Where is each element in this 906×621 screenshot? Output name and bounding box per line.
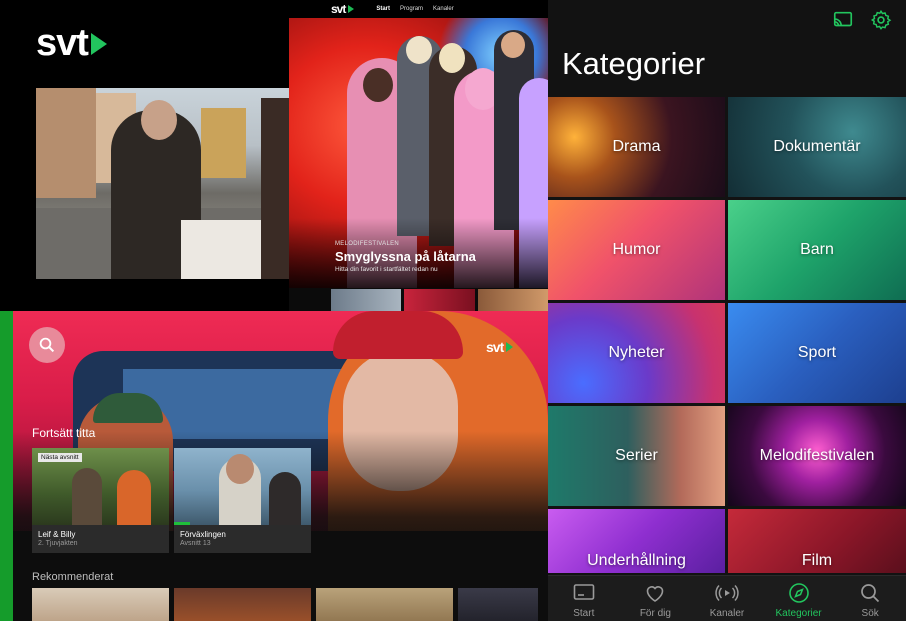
category-barn[interactable]: Barn (728, 200, 906, 300)
web-thumbnail[interactable] (331, 289, 402, 311)
web-thumbnail[interactable] (477, 289, 548, 311)
category-serier[interactable]: Serier (548, 406, 725, 506)
green-edge (0, 311, 13, 621)
search-icon (39, 337, 55, 353)
category-film[interactable]: Film (728, 509, 906, 573)
tab-for-dig[interactable]: För dig (620, 576, 692, 621)
category-humor[interactable]: Humor (548, 200, 725, 300)
category-label: Melodifestivalen (759, 447, 875, 464)
search-button[interactable] (29, 327, 65, 363)
category-label: Barn (800, 241, 834, 258)
web-thumbnail-row (331, 289, 548, 311)
recommended-item[interactable] (458, 588, 538, 621)
street-photo (36, 88, 289, 279)
next-episode-badge: Nästa avsnitt (38, 453, 82, 462)
heart-icon (647, 586, 664, 602)
brand-panel: svt (0, 0, 289, 311)
tab-start[interactable]: Start (548, 576, 620, 621)
category-drama[interactable]: Drama (548, 97, 725, 197)
card-title: Förväxlingen (180, 530, 226, 539)
tab-kanaler[interactable]: Kanaler (691, 576, 763, 621)
tab-label: Kanaler (709, 608, 745, 619)
continue-card-leif-billy[interactable]: Nästa avsnitt Leif & Billy 2. Tjuvjakten (32, 448, 169, 553)
continue-watching-heading: Fortsätt titta (32, 426, 96, 440)
collage: svt svt Start Program Kanaler MELODIFEST… (0, 0, 906, 621)
category-label: Humor (612, 241, 661, 258)
watch-progress-bar (174, 522, 191, 525)
recommended-item[interactable] (174, 588, 311, 621)
hero-description: Hitta din favorit i startfältet redan nu (335, 266, 438, 273)
hero-kicker: MELODIFESTIVALEN (335, 241, 400, 247)
tab-label: För dig (639, 608, 671, 619)
tab-bar: Start För dig Kanaler Kategorier Sök (548, 575, 906, 621)
category-label: Underhållning (587, 552, 686, 569)
category-underhallning[interactable]: Underhållning (548, 509, 725, 573)
web-hero-caption: MELODIFESTIVALEN Smyglyssna på låtarna H… (335, 241, 535, 273)
broadcast-icon (715, 584, 739, 602)
category-melodifestivalen[interactable]: Melodifestivalen (728, 406, 906, 506)
phone-panel: Kategorier Drama Dokumentär Humor Barn N… (548, 0, 906, 621)
continue-watching-row: Nästa avsnitt Leif & Billy 2. Tjuvjakten… (32, 448, 311, 553)
compass-icon (788, 583, 809, 603)
hero-title[interactable]: Smyglyssna på låtarna (335, 249, 535, 264)
category-label: Drama (612, 138, 661, 155)
recommended-item[interactable] (32, 588, 169, 621)
category-dokumentar[interactable]: Dokumentär (728, 97, 906, 197)
recommended-item[interactable] (316, 588, 453, 621)
tab-sok[interactable]: Sök (834, 576, 906, 621)
svt-logo: svt (36, 22, 107, 65)
nav-kanaler[interactable]: Kanaler (433, 6, 454, 12)
category-label: Film (801, 552, 833, 569)
card-thumbnail (174, 448, 311, 525)
web-svt-logo[interactable]: svt (331, 2, 355, 16)
tab-label: Sök (861, 608, 879, 619)
play-icon (348, 5, 355, 13)
web-panel: svt Start Program Kanaler MELODIFESTIVAL… (289, 0, 548, 311)
card-thumbnail: Nästa avsnitt (32, 448, 169, 525)
logo-text: svt (486, 339, 504, 355)
recommended-heading: Rekommenderat (32, 571, 114, 583)
category-label: Dokumentär (773, 138, 861, 155)
logo-text: svt (36, 22, 89, 64)
search-icon (861, 584, 880, 603)
cast-icon[interactable] (832, 9, 854, 31)
tv-panel: svt Fortsätt titta Nästa avsnitt Leif & … (0, 311, 548, 621)
gear-icon[interactable] (870, 9, 892, 31)
nav-start[interactable]: Start (376, 6, 390, 12)
category-label: Nyheter (608, 344, 665, 361)
screen-icon (573, 584, 595, 600)
category-sport[interactable]: Sport (728, 303, 906, 403)
category-label: Sport (797, 344, 837, 361)
web-thumbnail[interactable] (404, 289, 475, 311)
play-icon (90, 32, 107, 55)
play-icon (506, 342, 514, 352)
logo-text: svt (331, 2, 346, 16)
continue-card-forvaxlingen[interactable]: Förväxlingen Avsnitt 13 (174, 448, 311, 553)
tab-kategorier[interactable]: Kategorier (763, 576, 835, 621)
category-label: Serier (615, 447, 658, 464)
card-title: Leif & Billy (38, 530, 76, 539)
recommended-row (32, 588, 538, 621)
page-title: Kategorier (562, 46, 706, 81)
card-subtitle: 2. Tjuvjakten (38, 540, 78, 547)
card-subtitle: Avsnitt 13 (180, 540, 211, 547)
category-nyheter[interactable]: Nyheter (548, 303, 725, 403)
tv-svt-logo: svt (486, 339, 514, 355)
phone-topbar (832, 9, 892, 31)
nav-program[interactable]: Program (400, 6, 423, 12)
tab-label: Kategorier (775, 608, 822, 619)
tab-label: Start (573, 608, 595, 619)
category-grid: Drama Dokumentär Humor Barn Nyheter Spor… (548, 97, 906, 573)
web-nav: svt Start Program Kanaler (289, 0, 548, 18)
